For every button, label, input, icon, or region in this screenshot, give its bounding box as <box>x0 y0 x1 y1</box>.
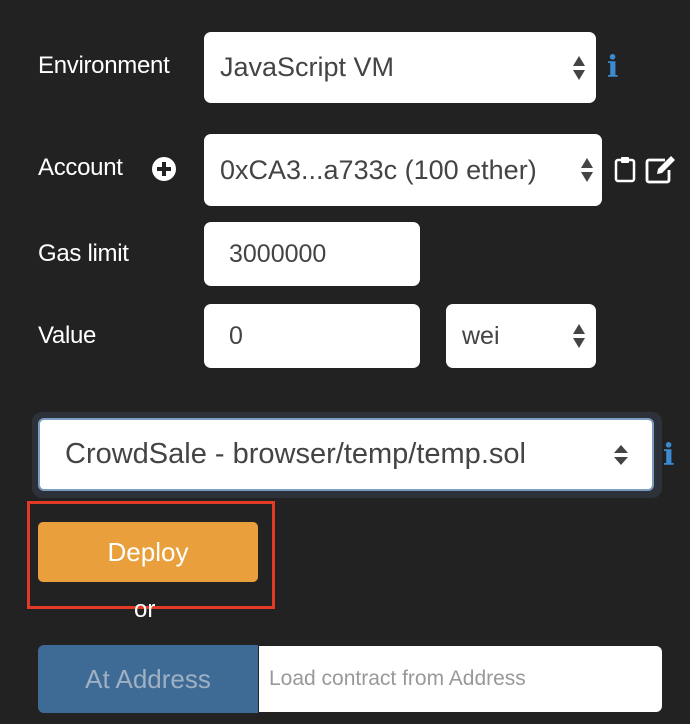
environment-label: Environment <box>38 52 170 79</box>
deploy-button[interactable]: Deploy <box>38 522 258 582</box>
environment-selected-value: JavaScript VM <box>220 52 395 82</box>
address-placeholder: Load contract from Address <box>269 667 526 690</box>
account-label: Account <box>38 154 123 181</box>
address-input[interactable]: Load contract from Address <box>259 646 662 712</box>
select-arrows-icon <box>573 55 585 80</box>
value-amount: 0 <box>229 321 243 350</box>
clipboard-icon[interactable] <box>614 155 636 183</box>
at-address-button[interactable]: At Address <box>38 645 258 713</box>
contract-select[interactable]: CrowdSale - browser/temp/temp.sol <box>38 418 654 491</box>
account-selected-value: 0xCA3...a733c (100 ether) <box>220 154 537 185</box>
or-separator: or <box>134 596 156 623</box>
account-select[interactable]: 0xCA3...a733c (100 ether) <box>204 134 602 206</box>
value-label: Value <box>38 322 97 349</box>
gas-limit-label: Gas limit <box>38 240 129 267</box>
select-arrows-icon <box>614 444 628 465</box>
select-arrows-icon <box>573 324 585 348</box>
contract-info-icon[interactable]: i <box>663 438 674 473</box>
contract-selected-value: CrowdSale - browser/temp/temp.sol <box>65 438 526 470</box>
value-input[interactable]: 0 <box>204 304 420 368</box>
select-arrows-icon <box>581 158 593 182</box>
gas-limit-value: 3000000 <box>229 239 327 268</box>
value-unit-select[interactable]: wei <box>446 304 596 368</box>
plus-circle-icon[interactable] <box>151 156 177 182</box>
gas-limit-input[interactable]: 3000000 <box>204 222 420 286</box>
environment-select[interactable]: JavaScript VM <box>204 32 596 103</box>
edit-icon[interactable] <box>645 154 677 184</box>
environment-info-icon[interactable]: i <box>607 50 618 85</box>
